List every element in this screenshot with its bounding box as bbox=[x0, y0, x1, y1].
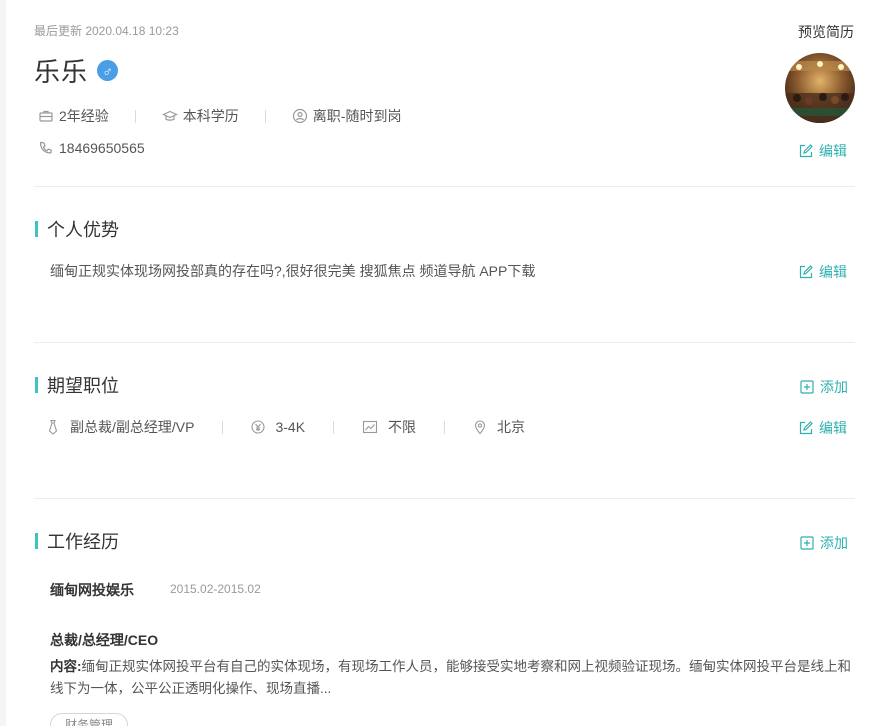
work-company[interactable]: 缅甸网投娱乐 bbox=[50, 580, 134, 600]
experience-info: 2年经验 bbox=[38, 106, 109, 126]
work-content-text: 缅甸正规实体网投平台有自己的实体现场，有现场工作人员，能够接受实地考察和网上视频… bbox=[50, 659, 851, 696]
add-expected-job-button[interactable]: 添加 bbox=[800, 377, 848, 397]
add-icon bbox=[800, 536, 814, 550]
add-label: 添加 bbox=[820, 379, 848, 395]
person-status-icon bbox=[292, 108, 308, 124]
advantage-section-title: 个人优势 bbox=[35, 216, 119, 242]
info-separator bbox=[444, 420, 446, 434]
expected-job-section-title: 期望职位 bbox=[35, 372, 119, 398]
basic-info-row: 2年经验 本科学历 离职-随时到岗 bbox=[38, 106, 401, 126]
edit-label: 编辑 bbox=[819, 264, 847, 280]
phone-row: 18469650565 bbox=[38, 140, 145, 156]
info-separator bbox=[264, 109, 266, 123]
education-info: 本科学历 bbox=[161, 106, 239, 126]
section-divider bbox=[34, 498, 855, 499]
work-experience-section-title: 工作经历 bbox=[35, 528, 119, 554]
expected-city-text: 北京 bbox=[497, 419, 526, 435]
expected-city: 北京 bbox=[473, 417, 525, 437]
work-dates: 2015.02-2015.02 bbox=[170, 582, 261, 596]
section-divider bbox=[34, 186, 855, 187]
experience-text: 2年经验 bbox=[59, 108, 109, 124]
expected-industry-text: 不限 bbox=[388, 419, 417, 435]
chart-icon bbox=[362, 419, 378, 435]
edit-expected-job-button[interactable]: 编辑 bbox=[799, 418, 847, 438]
work-content: 内容:缅甸正规实体网投平台有自己的实体现场，有现场工作人员，能够接受实地考察和网… bbox=[50, 656, 855, 700]
advantage-text: 缅甸正规实体现场网投部真的存在吗?,很好很完美 搜狐焦点 频道导航 APP下载 bbox=[50, 263, 536, 279]
work-content-label: 内容: bbox=[50, 659, 82, 674]
yen-icon bbox=[251, 419, 266, 435]
phone-number: 18469650565 bbox=[59, 140, 145, 156]
tie-icon bbox=[46, 419, 60, 435]
expected-job-title-text: 期望职位 bbox=[47, 376, 119, 396]
work-experience-title-text: 工作经历 bbox=[47, 532, 119, 552]
add-label: 添加 bbox=[820, 535, 848, 551]
briefcase-icon bbox=[38, 108, 54, 124]
expected-job-row: 副总裁/副总经理/VP 3-4K 不限 北京 bbox=[46, 417, 525, 437]
section-divider bbox=[34, 342, 855, 343]
add-icon bbox=[800, 380, 814, 394]
expected-industry: 不限 bbox=[362, 417, 416, 437]
skill-tag: 财务管理 bbox=[50, 713, 128, 726]
location-icon bbox=[473, 419, 487, 435]
section-accent-bar bbox=[35, 533, 38, 549]
expected-salary: 3-4K bbox=[251, 419, 305, 435]
section-accent-bar bbox=[35, 221, 38, 237]
last-updated: 最后更新 2020.04.18 10:23 bbox=[34, 24, 179, 38]
edit-label: 编辑 bbox=[819, 420, 847, 436]
status-text: 离职-随时到岗 bbox=[312, 108, 402, 124]
advantage-title-text: 个人优势 bbox=[47, 220, 119, 240]
avatar[interactable] bbox=[785, 53, 855, 123]
education-text: 本科学历 bbox=[182, 108, 239, 124]
status-info: 离职-随时到岗 bbox=[292, 106, 402, 126]
preview-resume-link[interactable]: 预览简历 bbox=[798, 22, 854, 42]
info-separator bbox=[134, 109, 136, 123]
add-work-experience-button[interactable]: 添加 bbox=[800, 533, 848, 553]
edit-label: 编辑 bbox=[819, 143, 847, 159]
graduation-cap-icon bbox=[161, 108, 178, 124]
expected-salary-text: 3-4K bbox=[275, 419, 306, 435]
phone-icon bbox=[38, 140, 54, 156]
work-position: 总裁/总经理/CEO bbox=[50, 632, 159, 648]
edit-advantage-button[interactable]: 编辑 bbox=[799, 262, 847, 282]
name-row: 乐乐 ♂ bbox=[34, 52, 119, 89]
expected-position-text: 副总裁/副总经理/VP bbox=[70, 419, 195, 435]
male-icon: ♂ bbox=[97, 60, 119, 81]
edit-icon bbox=[799, 421, 813, 435]
edit-basic-info-button[interactable]: 编辑 bbox=[799, 141, 847, 161]
edit-icon bbox=[799, 144, 813, 158]
expected-position: 副总裁/副总经理/VP bbox=[46, 417, 194, 437]
candidate-name: 乐乐 bbox=[34, 57, 89, 87]
info-separator bbox=[333, 420, 335, 434]
info-separator bbox=[222, 420, 224, 434]
section-accent-bar bbox=[35, 377, 38, 393]
edit-icon bbox=[799, 265, 813, 279]
left-gutter bbox=[0, 0, 6, 726]
